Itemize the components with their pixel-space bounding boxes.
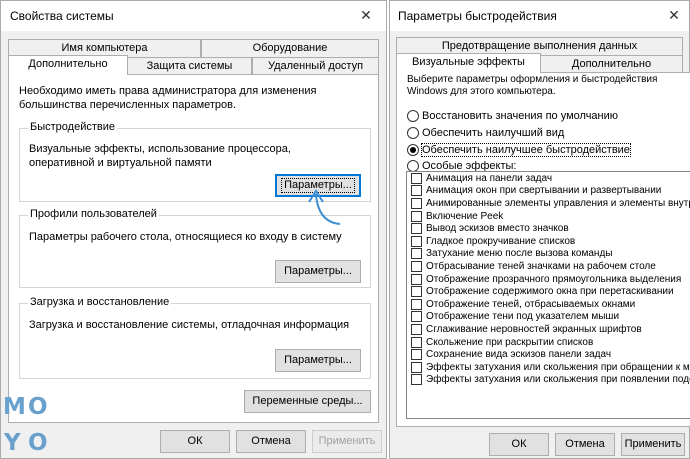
tab-advanced[interactable]: Дополнительно bbox=[8, 55, 128, 75]
environment-variables-button[interactable]: Переменные среды... bbox=[244, 390, 371, 413]
tab-visual-effects[interactable]: Визуальные эффекты bbox=[396, 53, 541, 73]
profiles-settings-button[interactable]: Параметры... bbox=[275, 260, 361, 283]
effect-item[interactable]: Включение Peek bbox=[407, 210, 690, 223]
checkbox[interactable] bbox=[411, 172, 422, 184]
tab-system-protection[interactable]: Защита системы bbox=[127, 57, 252, 75]
checkbox[interactable] bbox=[411, 248, 422, 260]
effect-label: Сохранение вида эскизов панели задач bbox=[426, 349, 612, 361]
radio-best-appearance-circle bbox=[407, 127, 419, 139]
checkbox[interactable] bbox=[411, 273, 422, 285]
checkbox[interactable] bbox=[411, 374, 422, 386]
startup-recovery-title: Загрузка и восстановление bbox=[28, 296, 172, 308]
checkbox[interactable] bbox=[411, 286, 422, 298]
checkbox[interactable] bbox=[411, 336, 422, 348]
effect-label: Отбрасывание теней значками на рабочем с… bbox=[426, 260, 656, 272]
effect-label: Вывод эскизов вместо значков bbox=[426, 223, 569, 235]
checkbox[interactable] bbox=[411, 311, 422, 323]
effect-item[interactable]: Отображение прозрачного прямоугольника в… bbox=[407, 273, 690, 286]
effect-label: Сглаживание неровностей экранных шрифтов bbox=[426, 323, 642, 335]
checkbox[interactable] bbox=[411, 223, 422, 235]
performance-options-window: Параметры быстродействия ✕ Предотвращени… bbox=[389, 0, 690, 459]
effect-item[interactable]: Затухание меню после вызова команды bbox=[407, 248, 690, 261]
checkbox[interactable] bbox=[411, 298, 422, 310]
title-bar[interactable]: Свойства системы ✕ bbox=[1, 1, 386, 31]
watermark-letter-o: O bbox=[28, 394, 48, 420]
effect-label: Отображение содержимого окна при перетас… bbox=[426, 286, 674, 298]
effect-item[interactable]: Вывод эскизов вместо значков bbox=[407, 222, 690, 235]
apply-button[interactable]: Применить bbox=[312, 430, 382, 453]
startup-recovery-group: Загрузка и восстановление Загрузка и вос… bbox=[19, 296, 371, 379]
description: Выберите параметры оформления и быстроде… bbox=[407, 74, 658, 97]
effect-label: Анимация окон при свертывании и разверты… bbox=[426, 185, 662, 197]
checkbox[interactable] bbox=[411, 260, 422, 272]
effect-label: Гладкое прокручивание списков bbox=[426, 235, 576, 247]
tab-panel: Необходимо иметь права администратора дл… bbox=[8, 74, 379, 423]
effect-label: Скольжение при раскрытии списков bbox=[426, 336, 594, 348]
checkbox[interactable] bbox=[411, 197, 422, 209]
window-title: Параметры быстродействия bbox=[398, 9, 557, 23]
checkbox[interactable] bbox=[411, 185, 422, 197]
tab-advanced[interactable]: Дополнительно bbox=[540, 55, 683, 73]
admin-note: Необходимо иметь права администратора дл… bbox=[19, 85, 317, 111]
effect-item[interactable]: Отображение содержимого окна при перетас… bbox=[407, 285, 690, 298]
effect-item[interactable]: Эффекты затухания или скольжения при поя… bbox=[407, 374, 690, 387]
checkbox[interactable] bbox=[411, 361, 422, 373]
effect-label: Включение Peek bbox=[426, 210, 504, 222]
tab-hardware[interactable]: Оборудование bbox=[201, 39, 379, 57]
close-icon[interactable]: ✕ bbox=[346, 1, 386, 31]
effect-label: Отображение прозрачного прямоугольника в… bbox=[426, 273, 682, 285]
tab-remote[interactable]: Удаленный доступ bbox=[252, 57, 379, 75]
startup-recovery-settings-button[interactable]: Параметры... bbox=[275, 349, 361, 372]
performance-text: Визуальные эффекты, использование процес… bbox=[29, 143, 291, 169]
radio-best-performance-circle bbox=[407, 144, 419, 156]
system-properties-window: Свойства системы ✕ Имя компьютера Оборуд… bbox=[0, 0, 387, 459]
curved-arrow-icon bbox=[308, 189, 341, 225]
cancel-button[interactable]: Отмена bbox=[555, 433, 615, 456]
radio-default[interactable]: Восстановить значения по умолчанию bbox=[407, 108, 618, 124]
effect-item[interactable]: Сглаживание неровностей экранных шрифтов bbox=[407, 323, 690, 336]
effects-list[interactable]: Анимация на панели задач Анимация окон пр… bbox=[406, 171, 690, 419]
effect-label: Анимированные элементы управления и элем… bbox=[426, 197, 690, 209]
effect-item[interactable]: Эффекты затухания или скольжения при обр… bbox=[407, 361, 690, 374]
cancel-button[interactable]: Отмена bbox=[236, 430, 306, 453]
effects-items: Анимация на панели задач Анимация окон пр… bbox=[407, 172, 690, 386]
effect-item[interactable]: Анимация на панели задач bbox=[407, 172, 690, 185]
profiles-title: Профили пользователей bbox=[28, 208, 159, 220]
effect-item[interactable]: Гладкое прокручивание списков bbox=[407, 235, 690, 248]
window-title: Свойства системы bbox=[10, 9, 114, 23]
effect-label: Эффекты затухания или скольжения при поя… bbox=[426, 374, 690, 386]
close-icon[interactable]: ✕ bbox=[659, 1, 689, 31]
title-bar[interactable]: Параметры быстродействия ✕ bbox=[390, 1, 689, 31]
radio-best-performance[interactable]: Обеспечить наилучшее быстродействие bbox=[407, 142, 631, 158]
effect-item[interactable]: Отображение теней, отбрасываемых окнами bbox=[407, 298, 690, 311]
watermark-letter-o2: O bbox=[28, 430, 48, 456]
radio-default-circle bbox=[407, 110, 419, 122]
effect-item[interactable]: Отбрасывание теней значками на рабочем с… bbox=[407, 260, 690, 273]
performance-title: Быстродействие bbox=[28, 121, 117, 133]
checkbox[interactable] bbox=[411, 323, 422, 335]
effect-label: Отображение теней, отбрасываемых окнами bbox=[426, 298, 636, 310]
startup-recovery-text: Загрузка и восстановление системы, отлад… bbox=[29, 319, 350, 331]
radio-best-appearance[interactable]: Обеспечить наилучший вид bbox=[407, 125, 564, 141]
ok-button[interactable]: ОК bbox=[160, 430, 230, 453]
checkbox[interactable] bbox=[411, 349, 422, 361]
profiles-text: Параметры рабочего стола, относящиеся ко… bbox=[29, 231, 342, 243]
effect-item[interactable]: Анимация окон при свертывании и разверты… bbox=[407, 185, 690, 198]
tab-panel: Выберите параметры оформления и быстроде… bbox=[396, 72, 690, 427]
checkbox[interactable] bbox=[411, 235, 422, 247]
effect-item[interactable]: Анимированные элементы управления и элем… bbox=[407, 197, 690, 210]
effect-item[interactable]: Сохранение вида эскизов панели задач bbox=[407, 348, 690, 361]
effect-label: Анимация на панели задач bbox=[426, 172, 553, 184]
watermark-letter-m: M bbox=[3, 394, 26, 420]
effect-item[interactable]: Отображение тени под указателем мыши bbox=[407, 311, 690, 324]
effect-label: Затухание меню после вызова команды bbox=[426, 248, 613, 260]
effect-label: Отображение тени под указателем мыши bbox=[426, 311, 620, 323]
watermark-letter-y: Y bbox=[4, 430, 21, 456]
checkbox[interactable] bbox=[411, 210, 422, 222]
effect-label: Эффекты затухания или скольжения при обр… bbox=[426, 361, 690, 373]
effect-item[interactable]: Скольжение при раскрытии списков bbox=[407, 336, 690, 349]
apply-button[interactable]: Применить bbox=[621, 433, 685, 456]
ok-button[interactable]: ОК bbox=[489, 433, 549, 456]
